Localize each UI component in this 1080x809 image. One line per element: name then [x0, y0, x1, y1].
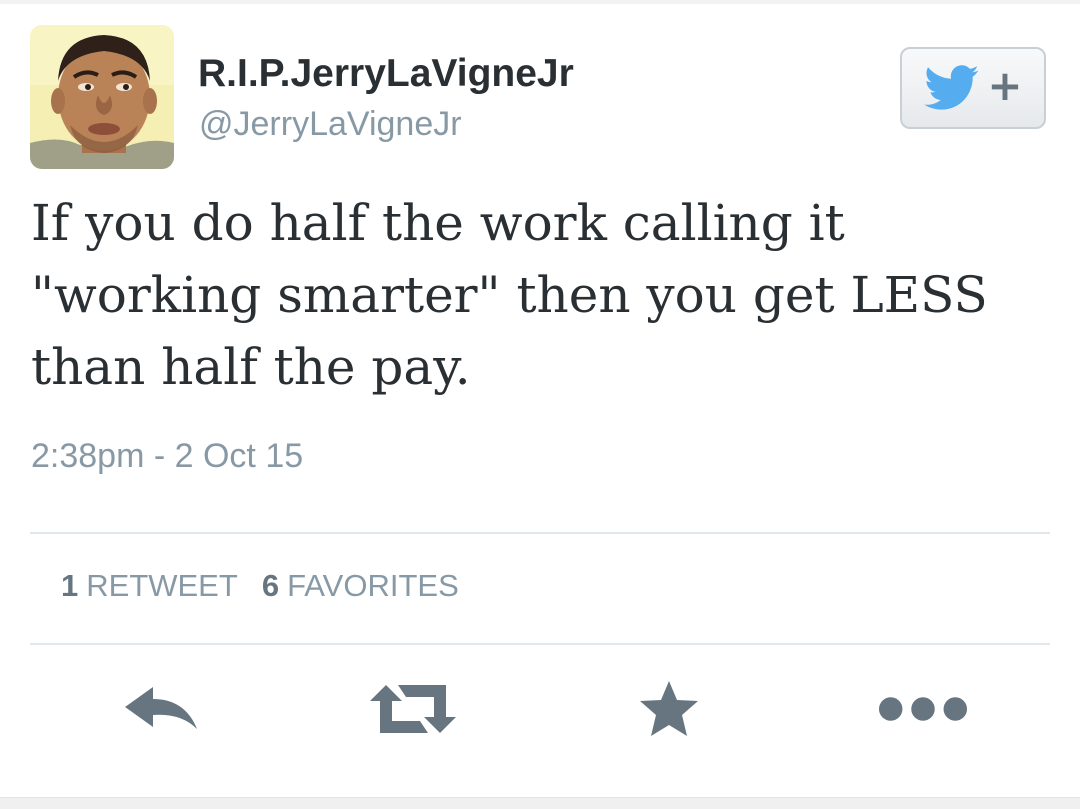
top-edge: [0, 0, 1080, 4]
avatar-photo: [30, 25, 174, 169]
divider: [30, 643, 1050, 645]
display-name[interactable]: R.I.P.JerryLaVigneJr: [198, 52, 574, 96]
retweet-button[interactable]: [368, 676, 458, 742]
avatar[interactable]: [30, 25, 174, 169]
tweet-text: If you do half the work calling it "work…: [31, 194, 988, 396]
favorite-stat[interactable]: 6 FAVORITES: [262, 568, 459, 604]
retweet-stat[interactable]: 1 RETWEET: [61, 568, 238, 604]
user-handle[interactable]: @JerryLaVigneJr: [199, 104, 462, 144]
bottom-edge: [0, 797, 1080, 809]
more-dots-icon: [878, 697, 968, 721]
star-icon: [640, 681, 698, 736]
tweet-stats: 1 RETWEET 6 FAVORITES: [61, 568, 459, 604]
retweet-label: RETWEET: [86, 568, 238, 603]
plus-icon: +: [987, 61, 1023, 110]
reply-icon: [125, 687, 197, 729]
retweet-count: 1: [61, 568, 79, 603]
follow-button[interactable]: +: [900, 47, 1046, 129]
retweet-icon: [370, 685, 456, 733]
tweet-timestamp[interactable]: 2:38pm - 2 Oct 15: [31, 436, 303, 476]
twitter-bird-icon: [924, 65, 980, 110]
favorite-label: FAVORITES: [287, 568, 459, 603]
more-button[interactable]: [878, 676, 968, 742]
reply-button[interactable]: [116, 676, 206, 742]
favorite-count: 6: [261, 568, 280, 603]
favorite-button[interactable]: [624, 676, 714, 742]
divider: [30, 532, 1050, 534]
